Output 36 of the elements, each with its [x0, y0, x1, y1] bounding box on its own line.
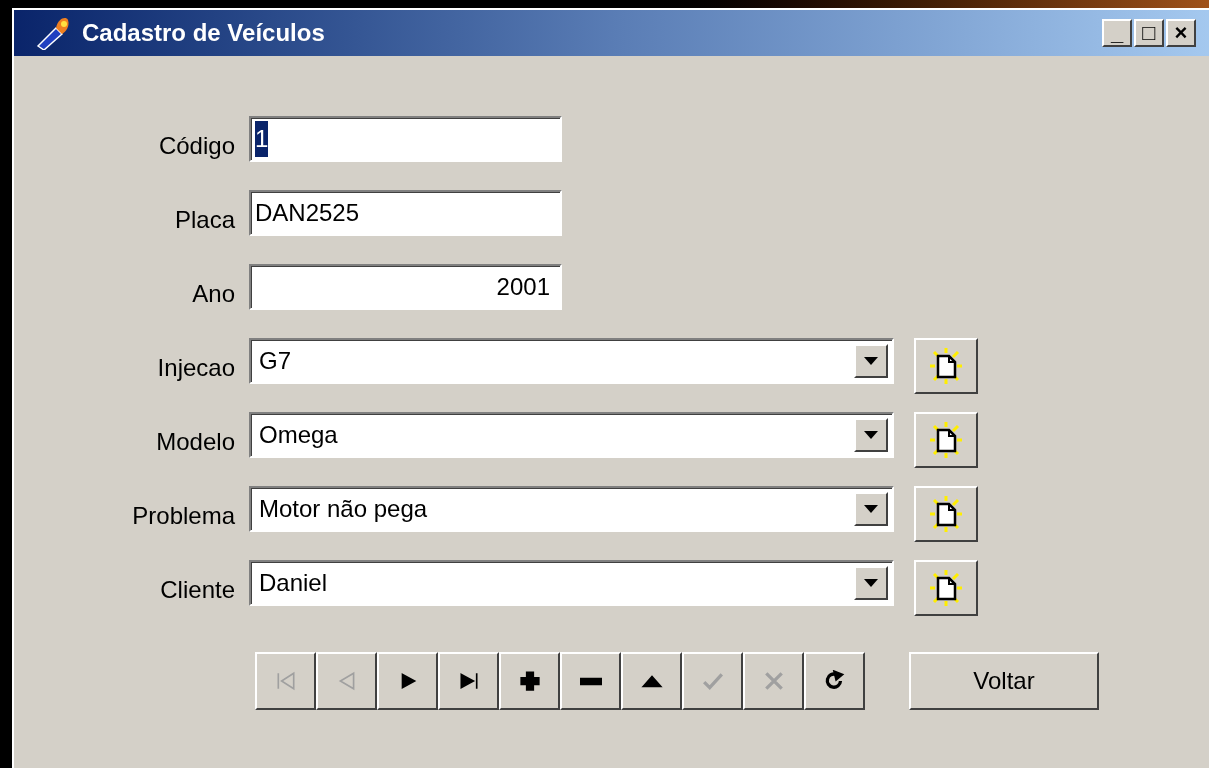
new-record-button[interactable] — [914, 338, 978, 394]
close-button[interactable]: × — [1166, 19, 1196, 47]
dropdown-field[interactable]: Daniel — [249, 560, 894, 606]
field-label: Injecao — [156, 353, 236, 383]
field-label: Modelo — [155, 427, 236, 457]
dropdown-field[interactable]: Motor não pega — [249, 486, 894, 532]
field-label: Problema — [131, 501, 236, 531]
field-label: Código — [157, 131, 236, 161]
navigator-button[interactable] — [560, 652, 621, 710]
field-label: Ano — [191, 279, 236, 309]
input-field[interactable]: DAN2525 — [249, 190, 562, 236]
navigator-button[interactable] — [377, 652, 438, 710]
navigator-button[interactable] — [499, 652, 560, 710]
checkmark-icon — [701, 670, 724, 692]
maximize-button[interactable]: □ — [1134, 19, 1164, 47]
dropdown-field[interactable]: G7 — [249, 338, 894, 384]
navigator-button[interactable] — [804, 652, 865, 710]
window-title: Cadastro de Veículos — [82, 18, 325, 48]
navigator-button[interactable] — [621, 652, 682, 710]
new-record-button[interactable] — [914, 412, 978, 468]
input-field[interactable]: 2001 — [249, 264, 562, 310]
field-label: Cliente — [159, 575, 236, 605]
refresh-icon — [823, 670, 846, 692]
dropdown-field[interactable]: Omega — [249, 412, 894, 458]
plus-icon — [518, 670, 541, 692]
minimize-button[interactable]: _ — [1102, 19, 1132, 47]
minus-icon — [579, 676, 602, 686]
new-record-button[interactable] — [914, 486, 978, 542]
input-field[interactable]: 1 — [249, 116, 562, 162]
cross-icon — [762, 670, 785, 692]
navigator-button[interactable] — [438, 652, 499, 710]
new-record-button[interactable] — [914, 560, 978, 616]
first-record-icon — [274, 670, 297, 692]
back-button[interactable]: Voltar — [909, 652, 1099, 710]
field-label: Placa — [173, 205, 236, 235]
last-record-icon — [457, 670, 480, 692]
